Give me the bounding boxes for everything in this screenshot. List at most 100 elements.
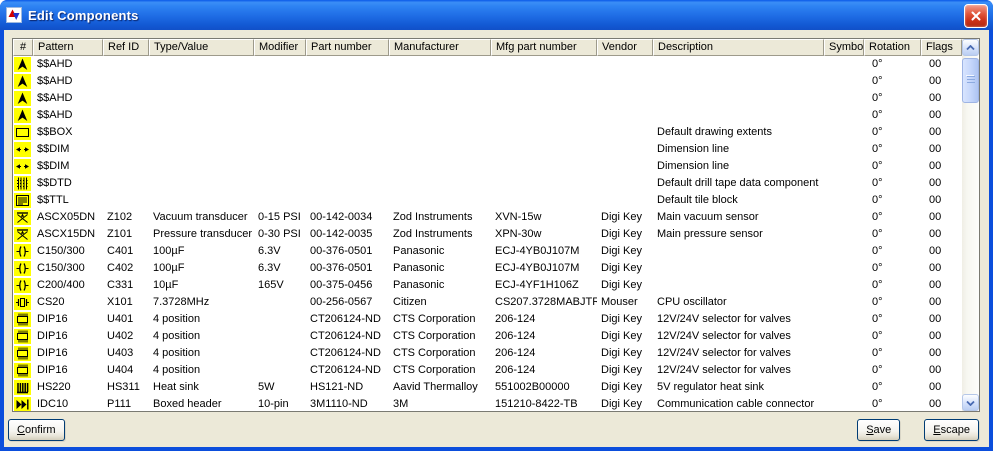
cell-rotation: 0° [864, 90, 921, 107]
cell-description: Default tile block [653, 192, 824, 209]
cell-description: Default drawing extents [653, 124, 824, 141]
table-row[interactable]: HS220HS311Heat sink5WHS121-NDAavid Therm… [13, 379, 962, 396]
cell-flags: 00 [921, 124, 962, 141]
column-header-ref_id[interactable]: Ref ID [103, 39, 149, 56]
cell-description: 12V/24V selector for valves [653, 311, 824, 328]
table-row[interactable]: C150/300C401100µF6.3V00-376-0501Panasoni… [13, 243, 962, 260]
cell-modifier [254, 107, 306, 124]
capacitor-icon [14, 261, 31, 276]
app-logo-icon[interactable] [6, 7, 22, 23]
button-bar: Confirm Save Escape [8, 418, 979, 442]
scroll-down-button[interactable] [962, 394, 979, 411]
column-header-pattern[interactable]: Pattern [33, 39, 103, 56]
column-header-symbol[interactable]: Symbol [824, 39, 864, 56]
cell-flags: 00 [921, 192, 962, 209]
cell-pattern: ASCX15DN [33, 226, 103, 243]
cell-vendor [597, 141, 653, 158]
cell-manufacturer [389, 175, 491, 192]
table-row[interactable]: IDC10P111Boxed header10-pin3M1110-ND3M15… [13, 396, 962, 411]
scroll-thumb[interactable] [962, 58, 979, 103]
escape-button[interactable]: Escape [924, 419, 979, 441]
transducer-icon [14, 227, 31, 242]
table-row[interactable]: DIP16U4024 positionCT206124-NDCTS Corpor… [13, 328, 962, 345]
column-header-manufacturer[interactable]: Manufacturer [389, 39, 491, 56]
cell-type_value [149, 124, 254, 141]
column-header-type_value[interactable]: Type/Value [149, 39, 254, 56]
cell-ref_id: C402 [103, 260, 149, 277]
cell-type_value: Heat sink [149, 379, 254, 396]
cell-mfg_part_number: 551002B00000 [491, 379, 597, 396]
table-row[interactable]: $$AHD0°00 [13, 90, 962, 107]
cell-symbol [824, 192, 864, 209]
table-row[interactable]: $$TTLDefault tile block0°00 [13, 192, 962, 209]
cell-symbol [824, 345, 864, 362]
table-row[interactable]: $$BOXDefault drawing extents0°00 [13, 124, 962, 141]
table-row[interactable]: $$AHD0°00 [13, 107, 962, 124]
cell-rotation: 0° [864, 226, 921, 243]
cell-ref_id: P111 [103, 396, 149, 411]
column-header-description[interactable]: Description [653, 39, 824, 56]
table-row[interactable]: $$AHD0°00 [13, 73, 962, 90]
cell-modifier [254, 362, 306, 379]
cell-vendor [597, 107, 653, 124]
vertical-scrollbar[interactable] [962, 39, 979, 411]
cell-modifier: 10-pin [254, 396, 306, 411]
cell-symbol [824, 158, 864, 175]
cell-num [13, 73, 33, 90]
table-row[interactable]: $$DTDDefault drill tape data component0°… [13, 175, 962, 192]
column-header-vendor[interactable]: Vendor [597, 39, 653, 56]
cell-part_number [306, 141, 389, 158]
table-row[interactable]: $$AHD0°00 [13, 56, 962, 73]
cell-num [13, 260, 33, 277]
cell-part_number [306, 90, 389, 107]
column-header-flags[interactable]: Flags [921, 39, 962, 56]
cell-ref_id: Z102 [103, 209, 149, 226]
table-row[interactable]: DIP16U4034 positionCT206124-NDCTS Corpor… [13, 345, 962, 362]
table-row[interactable]: $$DIMDimension line0°00 [13, 141, 962, 158]
cell-flags: 00 [921, 175, 962, 192]
cell-mfg_part_number [491, 56, 597, 73]
table-row[interactable]: $$DIMDimension line0°00 [13, 158, 962, 175]
cell-description [653, 243, 824, 260]
table-row[interactable]: C150/300C402100µF6.3V00-376-0501Panasoni… [13, 260, 962, 277]
column-header-num[interactable]: # [13, 39, 33, 56]
table-row[interactable]: C200/400C33110µF165V00-375-0456Panasonic… [13, 277, 962, 294]
table-row[interactable]: DIP16U4044 positionCT206124-NDCTS Corpor… [13, 362, 962, 379]
table-row[interactable]: CS20X1017.3728MHz00-256-0567CitizenCS207… [13, 294, 962, 311]
column-header-mfg_part_number[interactable]: Mfg part number [491, 39, 597, 56]
cell-ref_id: U401 [103, 311, 149, 328]
cell-ref_id [103, 124, 149, 141]
cell-type_value [149, 73, 254, 90]
cell-rotation: 0° [864, 243, 921, 260]
close-button[interactable] [964, 4, 988, 28]
cell-mfg_part_number [491, 158, 597, 175]
cell-symbol [824, 328, 864, 345]
column-header-part_number[interactable]: Part number [306, 39, 389, 56]
column-header-rotation[interactable]: Rotation [864, 39, 921, 56]
table-header: #PatternRef IDType/ValueModifierPart num… [13, 39, 962, 56]
cell-mfg_part_number: ECJ-4YF1H106Z [491, 277, 597, 294]
save-button[interactable]: Save [857, 419, 900, 441]
table-row[interactable]: ASCX15DNZ101Pressure transducer0-30 PSI0… [13, 226, 962, 243]
scroll-up-button[interactable] [962, 39, 979, 56]
confirm-button[interactable]: Confirm [8, 419, 65, 441]
cell-part_number [306, 175, 389, 192]
scroll-thumb-grip [967, 76, 975, 77]
cell-ref_id [103, 56, 149, 73]
cell-pattern: ASCX05DN [33, 209, 103, 226]
cell-num [13, 311, 33, 328]
cell-flags: 00 [921, 73, 962, 90]
dip-chip-icon [14, 312, 31, 327]
cell-flags: 00 [921, 294, 962, 311]
cell-manufacturer [389, 73, 491, 90]
cell-pattern: $$DIM [33, 141, 103, 158]
title-bar[interactable]: Edit Components [0, 0, 993, 30]
cell-description [653, 277, 824, 294]
cell-flags: 00 [921, 345, 962, 362]
arrowhead-icon [14, 108, 31, 123]
table-row[interactable]: DIP16U4014 positionCT206124-NDCTS Corpor… [13, 311, 962, 328]
cell-description: Main pressure sensor [653, 226, 824, 243]
column-header-modifier[interactable]: Modifier [254, 39, 306, 56]
table-row[interactable]: ASCX05DNZ102Vacuum transducer0-15 PSI00-… [13, 209, 962, 226]
cell-description [653, 73, 824, 90]
